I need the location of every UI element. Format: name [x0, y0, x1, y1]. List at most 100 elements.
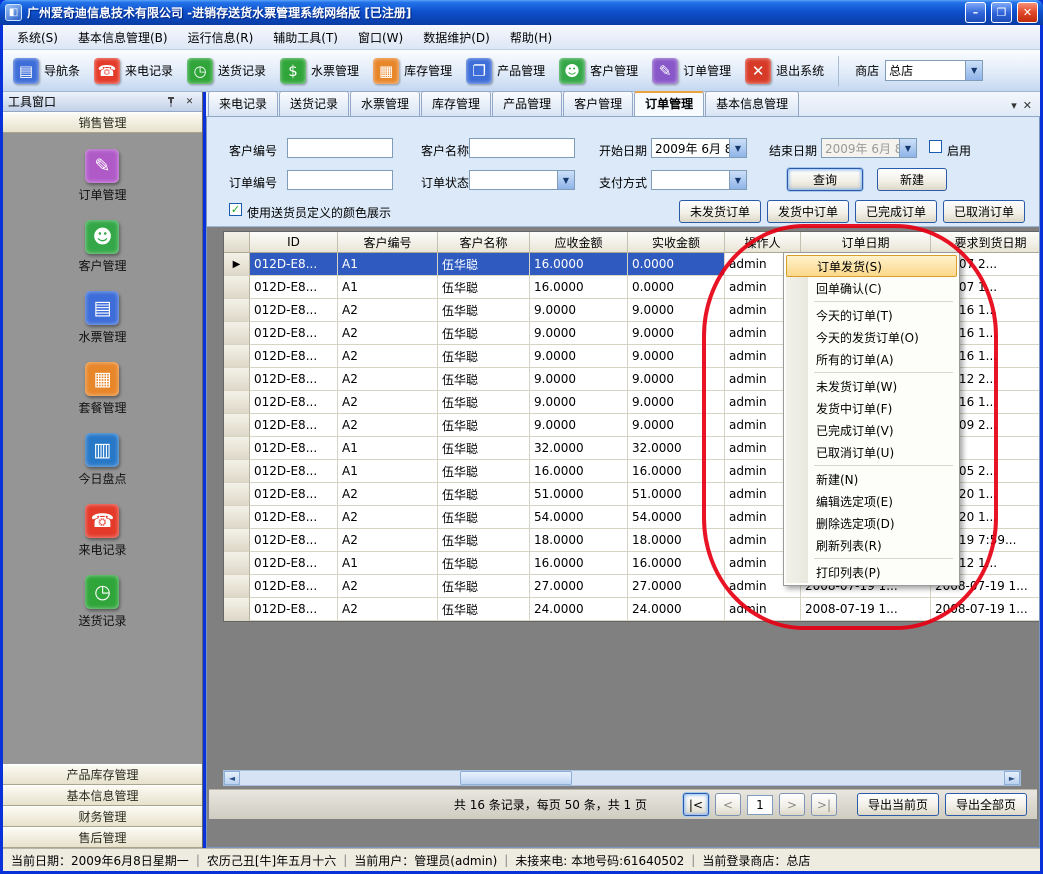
grid-column-header-customer_name[interactable]: 客户名称 — [438, 232, 530, 253]
context-menu-all-orders[interactable]: 所有的订单(A) — [786, 348, 957, 370]
sidebar-section-finance[interactable]: 财务管理 — [3, 806, 202, 827]
filter-shipping-button[interactable]: 发货中订单 — [767, 200, 849, 223]
context-menu-unshipped-orders[interactable]: 未发货订单(W) — [786, 375, 957, 397]
enable-checkbox[interactable] — [929, 140, 942, 153]
color-display-checkbox[interactable] — [229, 203, 242, 216]
sidebar-item-order-mgmt[interactable]: ✎订单管理 — [78, 149, 126, 203]
scrollbar-thumb[interactable] — [460, 771, 572, 785]
toolbar-nav-bar-button[interactable]: ▤导航条 — [7, 54, 86, 88]
horizontal-scrollbar[interactable]: ◄ ► — [223, 770, 1021, 786]
chevron-down-icon[interactable]: ▼ — [557, 171, 574, 189]
sidebar-item-call-record[interactable]: ☎来电记录 — [78, 504, 126, 558]
row-selector[interactable] — [224, 506, 250, 529]
pin-icon[interactable] — [163, 94, 178, 109]
scroll-right-icon[interactable]: ► — [1004, 771, 1020, 785]
toolbar-call-record-button[interactable]: ☎来电记录 — [88, 54, 179, 88]
new-button[interactable]: 新建 — [877, 168, 947, 191]
toolbar-product-button[interactable]: ❐产品管理 — [460, 54, 551, 88]
context-menu-edit-selected[interactable]: 编辑选定项(E) — [786, 490, 957, 512]
row-selector[interactable] — [224, 322, 250, 345]
menu-window[interactable]: 窗口(W) — [348, 25, 413, 50]
row-selector[interactable] — [224, 391, 250, 414]
sidebar-item-delivery-record[interactable]: ◷送货记录 — [78, 575, 126, 629]
row-selector[interactable] — [224, 437, 250, 460]
menu-base-info[interactable]: 基本信息管理(B) — [68, 25, 178, 50]
menu-aux-tools[interactable]: 辅助工具(T) — [263, 25, 348, 50]
tab-close-icon[interactable]: ✕ — [1023, 99, 1032, 112]
page-number-input[interactable]: 1 — [747, 795, 773, 815]
sidebar-section-after-sales[interactable]: 售后管理 — [3, 827, 202, 848]
toolbar-delivery-record-button[interactable]: ◷送货记录 — [181, 54, 272, 88]
filter-completed-button[interactable]: 已完成订单 — [855, 200, 937, 223]
menu-data-maint[interactable]: 数据维护(D) — [413, 25, 500, 50]
grid-column-header-operator[interactable]: 操作人 — [725, 232, 801, 253]
sidebar-item-water-ticket-mgmt[interactable]: ▤水票管理 — [78, 291, 126, 345]
chevron-down-icon[interactable]: ▼ — [965, 61, 982, 80]
last-page-button[interactable]: >| — [811, 793, 837, 816]
context-menu-refresh-list[interactable]: 刷新列表(R) — [786, 534, 957, 556]
row-selector[interactable] — [224, 529, 250, 552]
toolbar-exit-button[interactable]: ✕退出系统 — [739, 54, 830, 88]
filter-unshipped-button[interactable]: 未发货订单 — [679, 200, 761, 223]
toolbar-water-ticket-button[interactable]: $水票管理 — [274, 54, 365, 88]
sidebar-item-package-mgmt[interactable]: ▦套餐管理 — [78, 362, 126, 416]
tab-base-info[interactable]: 基本信息管理 — [705, 91, 799, 116]
row-selector[interactable] — [224, 368, 250, 391]
row-selector[interactable] — [224, 552, 250, 575]
store-select[interactable]: 总店 ▼ — [885, 60, 983, 81]
next-page-button[interactable]: > — [779, 793, 805, 816]
pay-method-select[interactable]: ▼ — [651, 170, 747, 190]
row-selector[interactable] — [224, 414, 250, 437]
context-menu-delete-selected[interactable]: 删除选定项(D) — [786, 512, 957, 534]
sidebar-item-today-check[interactable]: ▥今日盘点 — [78, 433, 126, 487]
tab-inventory[interactable]: 库存管理 — [421, 91, 491, 116]
sidebar-section-base-info[interactable]: 基本信息管理 — [3, 785, 202, 806]
grid-column-header-customer_no[interactable]: 客户编号 — [338, 232, 438, 253]
grid-column-header-received[interactable]: 实收金额 — [628, 232, 725, 253]
scroll-left-icon[interactable]: ◄ — [224, 771, 240, 785]
order-status-select[interactable]: ▼ — [469, 170, 575, 190]
close-button[interactable]: ✕ — [1017, 2, 1038, 23]
grid-column-header-receivable[interactable]: 应收金额 — [530, 232, 628, 253]
tab-list-chevron-down-icon[interactable]: ▾ — [1011, 99, 1017, 112]
menu-help[interactable]: 帮助(H) — [500, 25, 562, 50]
toolbar-customer-button[interactable]: ☻客户管理 — [553, 54, 644, 88]
row-selector[interactable] — [224, 345, 250, 368]
toolbar-order-button[interactable]: ✎订单管理 — [646, 54, 737, 88]
sidebar-section-product-inventory[interactable]: 产品库存管理 — [3, 764, 202, 785]
chevron-down-icon[interactable]: ▼ — [729, 171, 746, 189]
maximize-button[interactable]: ❐ — [991, 2, 1012, 23]
end-date-picker[interactable]: 2009年 6月 8日 ▼ — [821, 138, 917, 158]
context-menu-shipping-orders[interactable]: 发货中订单(F) — [786, 397, 957, 419]
context-menu-print-list[interactable]: 打印列表(P) — [786, 561, 957, 583]
row-selector[interactable] — [224, 575, 250, 598]
context-menu-ship-order[interactable]: 订单发货(S) — [786, 255, 957, 277]
row-selector[interactable] — [224, 598, 250, 621]
context-menu-today-orders[interactable]: 今天的订单(T) — [786, 304, 957, 326]
row-selector[interactable] — [224, 483, 250, 506]
sidebar-section-sales[interactable]: 销售管理 — [3, 112, 202, 133]
sidebar-item-customer-mgmt[interactable]: ☻客户管理 — [78, 220, 126, 274]
tab-order[interactable]: 订单管理 — [634, 91, 704, 116]
table-row[interactable]: 012D-E8...A2伍华聪24.000024.0000admin2008-0… — [224, 598, 1039, 621]
grid-column-header-id[interactable]: ID — [250, 232, 338, 253]
menu-system[interactable]: 系统(S) — [7, 25, 68, 50]
grid-column-header-order_date[interactable]: 订单日期 — [801, 232, 931, 253]
query-button[interactable]: 查询 — [787, 168, 863, 191]
chevron-down-icon[interactable]: ▼ — [729, 139, 746, 157]
first-page-button[interactable]: |< — [683, 793, 709, 816]
tab-water-ticket[interactable]: 水票管理 — [350, 91, 420, 116]
context-menu-receipt-confirm[interactable]: 回单确认(C) — [786, 277, 957, 299]
prev-page-button[interactable]: < — [715, 793, 741, 816]
grid-column-header-due_date[interactable]: 要求到货日期 — [931, 232, 1039, 253]
tab-call-record[interactable]: 来电记录 — [208, 91, 278, 116]
minimize-button[interactable]: – — [965, 2, 986, 23]
tab-delivery-record[interactable]: 送货记录 — [279, 91, 349, 116]
row-selector[interactable] — [224, 299, 250, 322]
toolbar-inventory-button[interactable]: ▦库存管理 — [367, 54, 458, 88]
customer-no-input[interactable] — [287, 138, 393, 158]
tab-customer[interactable]: 客户管理 — [563, 91, 633, 116]
row-selector[interactable]: ▶ — [224, 253, 250, 276]
close-icon[interactable]: ✕ — [182, 94, 197, 109]
row-selector[interactable] — [224, 460, 250, 483]
